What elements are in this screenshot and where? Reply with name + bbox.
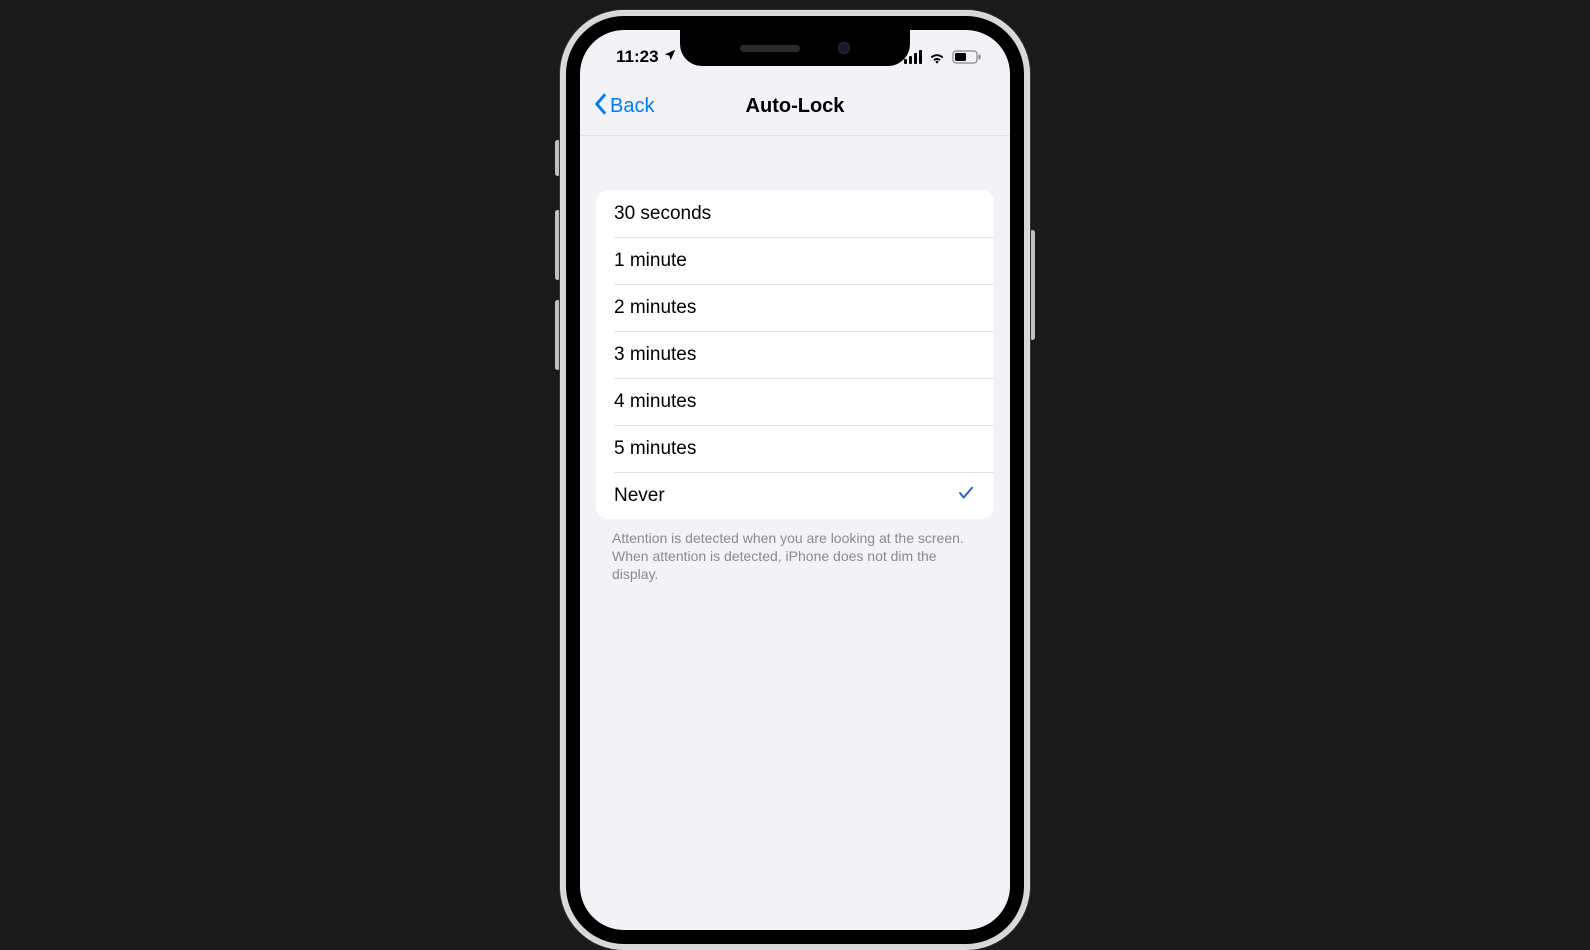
auto-lock-option[interactable]: 30 seconds: [596, 190, 994, 237]
option-label: 1 minute: [614, 250, 687, 272]
battery-icon: [952, 50, 982, 64]
content-area: 30 seconds 1 minute 2 minutes 3 minutes 4 mi…: [580, 136, 1010, 930]
page-title: Auto-Lock: [746, 95, 845, 118]
auto-lock-option[interactable]: Never: [596, 472, 994, 519]
back-label: Back: [610, 95, 654, 118]
status-time: 11:23: [616, 47, 659, 67]
auto-lock-option[interactable]: 3 minutes: [596, 331, 994, 378]
option-label: Never: [614, 485, 665, 507]
auto-lock-option[interactable]: 4 minutes: [596, 378, 994, 425]
wifi-icon: [928, 50, 946, 64]
auto-lock-option[interactable]: 2 minutes: [596, 284, 994, 331]
footer-description: Attention is detected when you are looki…: [612, 529, 978, 584]
chevron-left-icon: [592, 93, 608, 121]
option-label: 4 minutes: [614, 391, 696, 413]
option-label: 30 seconds: [614, 203, 711, 225]
location-icon: [663, 47, 677, 67]
auto-lock-option[interactable]: 5 minutes: [596, 425, 994, 472]
option-label: 5 minutes: [614, 438, 696, 460]
back-button[interactable]: Back: [592, 93, 654, 121]
side-button: [1030, 230, 1035, 340]
nav-bar: Back Auto-Lock: [580, 78, 1010, 136]
screen: 11:23: [580, 30, 1010, 930]
option-label: 3 minutes: [614, 344, 696, 366]
speaker-grille: [740, 45, 800, 52]
option-label: 2 minutes: [614, 297, 696, 319]
checkmark-icon: [956, 484, 976, 508]
phone-device: 11:23: [560, 10, 1030, 950]
front-camera: [838, 42, 850, 54]
auto-lock-option[interactable]: 1 minute: [596, 237, 994, 284]
notch: [680, 30, 910, 66]
auto-lock-options-list: 30 seconds 1 minute 2 minutes 3 minutes 4 mi…: [596, 190, 994, 519]
